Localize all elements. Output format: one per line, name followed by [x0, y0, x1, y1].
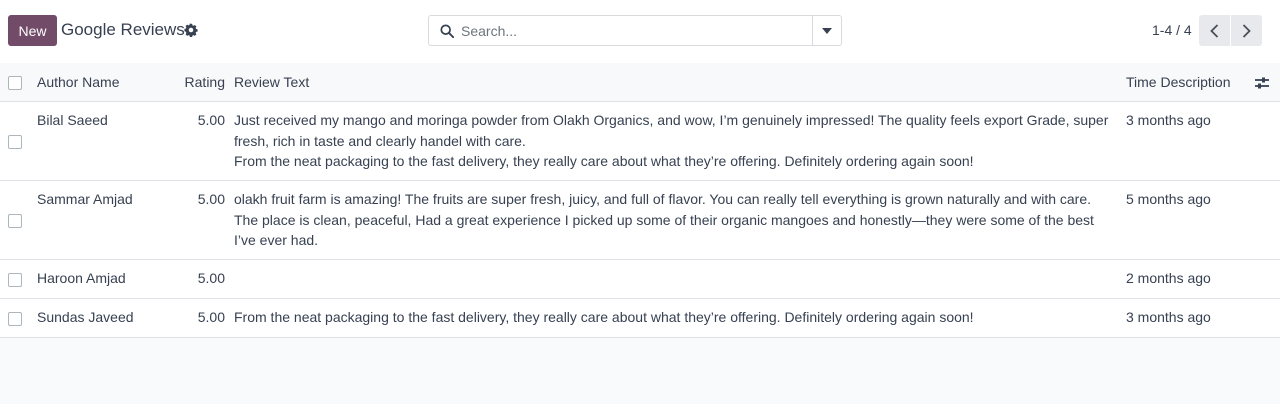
sliders-icon[interactable]: [1254, 75, 1270, 91]
author-name: Haroon Amjad: [37, 270, 126, 286]
row-checkbox[interactable]: [8, 135, 22, 149]
review-text: Just received my mango and moringa powde…: [234, 110, 1114, 172]
column-header-author[interactable]: Author Name: [37, 72, 119, 93]
rating: 5.00: [197, 191, 225, 207]
review-text-line: From the neat packaging to the fast deli…: [234, 309, 974, 325]
gear-icon[interactable]: [184, 23, 198, 37]
select-all-checkbox[interactable]: [8, 76, 22, 90]
table-row[interactable]: Sammar Amjad 5.00 olakh fruit farm is am…: [0, 181, 1280, 260]
time-description: 5 months ago: [1126, 191, 1211, 207]
row-checkbox[interactable]: [8, 214, 22, 228]
author-name: Bilal Saeed: [37, 112, 108, 128]
review-text: olakh fruit farm is amazing! The fruits …: [234, 189, 1114, 251]
search-icon: [440, 24, 454, 38]
row-checkbox[interactable]: [8, 273, 22, 287]
table-row[interactable]: Bilal Saeed 5.00 Just received my mango …: [0, 102, 1280, 181]
table-row[interactable]: Haroon Amjad 5.00 2 months ago: [0, 260, 1280, 299]
search-options-toggle[interactable]: [812, 16, 841, 45]
reviews-list: Author Name Rating Review Text Time Desc…: [0, 63, 1280, 338]
pager-next-button[interactable]: [1231, 15, 1262, 46]
new-button[interactable]: New: [8, 15, 57, 46]
column-header-rating[interactable]: Rating: [170, 72, 225, 93]
review-text-line: olakh fruit farm is amazing! The fruits …: [234, 191, 1094, 248]
time-description: 3 months ago: [1126, 309, 1211, 325]
search-input[interactable]: [461, 20, 801, 41]
time-description: 3 months ago: [1126, 112, 1211, 128]
column-header-time[interactable]: Time Description: [1126, 72, 1231, 93]
review-text-line: From the neat packaging to the fast deli…: [234, 153, 974, 169]
control-panel: New Google Reviews 1-4 / 4: [0, 0, 1280, 64]
table-row[interactable]: Sundas Javeed 5.00 From the neat packagi…: [0, 299, 1280, 338]
rating: 5.00: [197, 309, 225, 325]
review-text: From the neat packaging to the fast deli…: [234, 307, 1114, 328]
pager-value[interactable]: 1-4 / 4: [1152, 22, 1192, 38]
time-description: 2 months ago: [1126, 270, 1211, 286]
table-header: Author Name Rating Review Text Time Desc…: [0, 63, 1280, 102]
row-checkbox[interactable]: [8, 312, 22, 326]
chevron-left-icon: [1210, 23, 1219, 38]
search-box: [428, 15, 842, 46]
author-name: Sammar Amjad: [37, 191, 133, 207]
rating: 5.00: [197, 270, 225, 286]
column-header-review[interactable]: Review Text: [234, 72, 1114, 93]
caret-down-icon: [822, 27, 832, 34]
pager-previous-button[interactable]: [1199, 15, 1230, 46]
page-title[interactable]: Google Reviews: [61, 20, 185, 40]
review-text-line: Just received my mango and moringa powde…: [234, 112, 1109, 149]
rating: 5.00: [197, 112, 225, 128]
chevron-right-icon: [1242, 23, 1251, 38]
author-name: Sundas Javeed: [37, 309, 134, 325]
